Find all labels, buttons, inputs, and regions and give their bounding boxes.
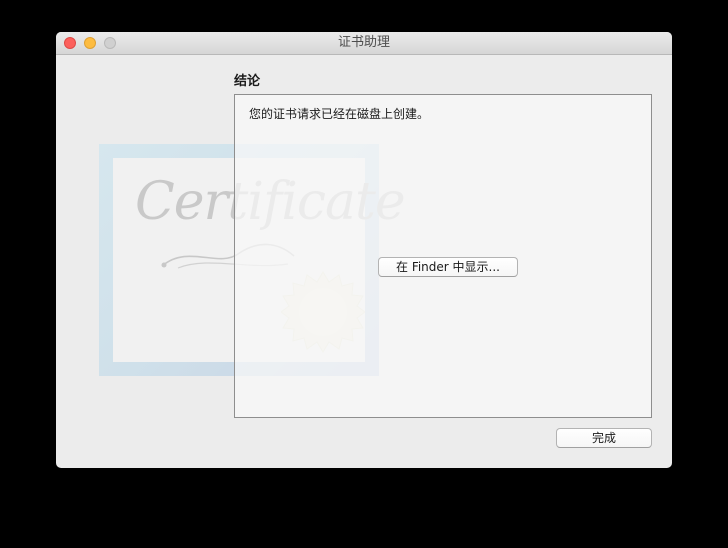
window-title: 证书助理 — [337, 35, 390, 50]
done-button[interactable]: 完成 — [556, 428, 652, 448]
section-heading: 结论 — [234, 74, 261, 89]
title-bar[interactable]: 证书助理 — [56, 32, 672, 55]
conclusion-panel: 您的证书请求已经在磁盘上创建。 在 Finder 中显示... — [234, 94, 652, 418]
show-in-finder-button[interactable]: 在 Finder 中显示... — [378, 257, 518, 277]
result-message: 您的证书请求已经在磁盘上创建。 — [249, 107, 430, 121]
certificate-assistant-window: 证书助理 Certificate 结论 您的证书请求已经在磁盘上创建。 在 Fi… — [56, 32, 672, 468]
